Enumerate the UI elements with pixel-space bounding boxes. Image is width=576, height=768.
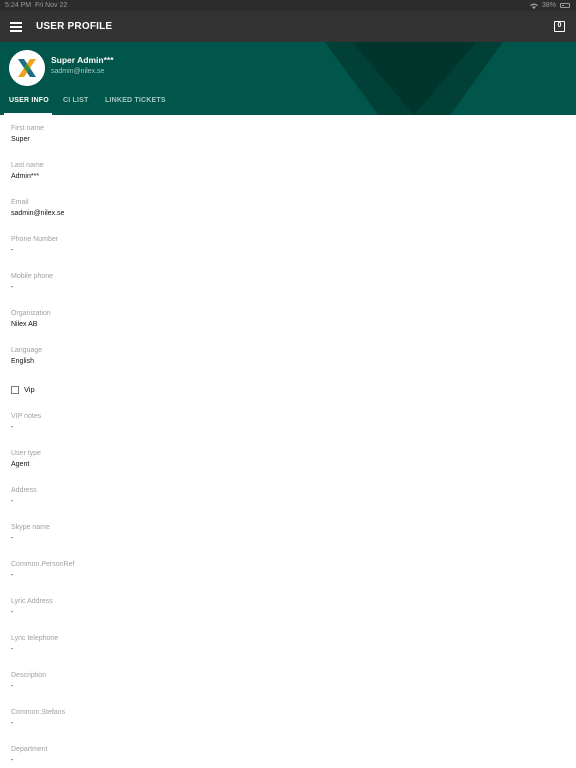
field-address: Address - [11,486,37,506]
field-user-type: User type Agent [11,449,41,469]
status-time: 5:24 PM [5,2,32,9]
field-value: - [11,757,14,764]
field-last-name: Last name Admin*** [11,161,44,181]
field-label: User type [11,450,41,457]
avatar [9,50,45,86]
field-value: Super [11,136,30,143]
field-label: Language [11,347,43,354]
field-value: - [11,609,14,616]
nilex-logo-icon [9,50,45,86]
field-label: Description [11,672,47,679]
status-right: 38% [529,0,570,11]
field-email: Email sadmin@nilex.se [11,198,64,218]
page-title: USER PROFILE [36,21,113,32]
vip-label: Vip [24,385,35,394]
field-phone-number: Phone Number - [11,235,58,255]
field-label: Organization [11,310,51,317]
profile-email: sadmin@nilex.se [51,68,105,75]
field-lyric-address: Lyric Address - [11,597,53,617]
active-tab-indicator [4,113,52,115]
field-skype-name: Skype name - [11,523,50,543]
field-language: Language English [11,346,42,366]
field-label: Lyric Address [11,598,53,605]
battery-icon [560,3,570,8]
tab-linked-tickets[interactable]: LINKED TICKETS [105,97,166,115]
status-date: Fri Nov 22 [34,2,68,9]
field-vip-notes: VIP notes - [11,412,41,432]
field-label: Common.Stefans [11,709,66,716]
field-value: - [11,535,14,542]
field-value: English [11,358,34,365]
notification-badge[interactable]: 0 [554,21,565,32]
field-label: Skype name [11,524,50,531]
field-label: Mobile phone [11,273,54,280]
profile-name: Super Admin*** [51,55,114,65]
app-bar: USER PROFILE 0 [0,11,576,42]
field-mobile-phone: Mobile phone - [11,272,53,292]
field-value: sadmin@nilex.se [11,210,65,217]
field-value: - [11,424,14,431]
wifi-icon [529,3,538,9]
field-department: Department - [11,745,48,765]
field-value: - [11,284,14,291]
field-value: - [11,646,14,653]
field-organization: Organization Nilex AB [11,309,51,329]
field-label: Lync telephone [11,635,59,642]
field-lync-telephone: Lync telephone - [11,634,58,654]
field-value: Nilex AB [11,321,38,328]
field-value: Agent [11,461,30,468]
field-first-name: First name Super [11,124,44,144]
vip-checkbox-row[interactable]: Vip [11,385,35,394]
field-label: Phone Number [11,236,59,243]
field-label: First name [11,125,45,132]
field-value: Admin*** [11,173,40,180]
field-label: Address [11,487,37,494]
field-label: VIP notes [11,413,42,420]
field-common-personref: Common.PersonRef - [11,560,74,580]
field-label: Last name [11,162,44,169]
field-value: - [11,720,14,727]
field-common-stefans: Common.Stefans - [11,708,65,728]
field-label: Email [11,199,29,206]
field-value: - [11,683,14,690]
field-value: - [11,247,14,254]
field-value: - [11,572,14,579]
vip-checkbox[interactable] [11,385,19,394]
status-bar: 5:24 PM Fri Nov 22 38% [0,0,576,11]
battery-percent: 38% [541,2,556,9]
profile-header: Super Admin*** sadmin@nilex.se USER INFO… [0,42,576,115]
field-label: Common.PersonRef [11,561,75,568]
tab-ci-list[interactable]: CI LIST [63,97,89,115]
field-description: Description - [11,671,46,691]
field-label: Department [11,746,48,753]
field-value: - [11,498,14,505]
status-time-date: 5:24 PM Fri Nov 22 [5,0,67,11]
menu-icon[interactable] [10,22,22,32]
